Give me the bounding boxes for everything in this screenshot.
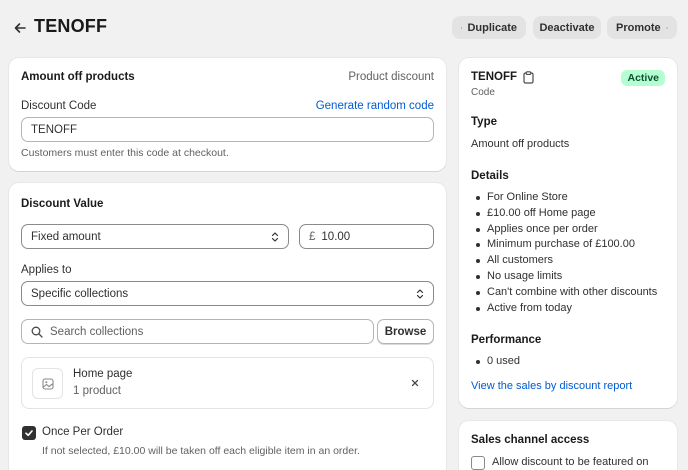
collection-thumbnail [32,368,63,399]
collection-name: Home page [73,368,133,380]
page-title: TENOFF [34,16,108,36]
status-badge: Active [621,70,665,86]
type-heading: Type [471,116,497,128]
value-type-value: Fixed amount [31,230,101,243]
value-type-select[interactable]: Fixed amount [21,224,289,249]
detail-item: Applies once per order [471,222,671,238]
performance-heading: Performance [471,334,542,346]
discount-code-label: Discount Code [21,100,97,112]
summary-card: TENOFF Code Active Type Amount off produ… [459,58,677,408]
promote-label: Promote [616,21,661,34]
discount-value-card: Discount Value Fixed amount £ 10.00 Appl… [9,183,446,470]
deactivate-label: Deactivate [539,21,595,34]
discount-code-help: Customers must enter this code at checko… [21,147,229,159]
detail-item: No usage limits [471,269,671,285]
back-button[interactable] [10,18,30,38]
search-placeholder: Search collections [50,325,144,338]
collection-count: 1 product [73,385,121,397]
performance-item: 0 used [471,354,671,370]
image-placeholder-icon [41,377,54,390]
search-icon [31,326,43,338]
generate-code-link[interactable]: Generate random code [316,100,434,112]
discount-type-label: Product discount [348,71,434,83]
page-header: TENOFF Duplicate Deactivate Promote [0,0,688,56]
browse-button[interactable]: Browse [377,319,434,344]
close-icon [411,379,419,387]
detail-item: All customers [471,253,671,269]
once-per-order-help: If not selected, £10.00 will be taken of… [42,445,360,457]
summary-code-sub: Code [471,87,495,98]
deactivate-button[interactable]: Deactivate [533,16,601,39]
card-title: Amount off products [21,71,135,83]
detail-item: For Online Store [471,190,671,206]
arrow-left-icon [14,23,26,33]
chevron-down-icon [665,26,668,29]
summary-code: TENOFF [471,71,517,83]
sales-report-link[interactable]: View the sales by discount report [471,380,632,392]
remove-collection-button[interactable] [409,377,421,389]
detail-item: Minimum purchase of £100.00 [471,237,671,253]
duplicate-label: Duplicate [467,21,517,34]
sales-channel-card: Sales channel access Allow discount to b… [459,421,677,470]
detail-item: Can't combine with other discounts [471,285,671,301]
sales-channel-title: Sales channel access [471,434,590,446]
duplicate-icon [461,26,463,29]
select-arrows-icon [416,289,424,299]
performance-list: 0 used [471,354,671,370]
type-value: Amount off products [471,138,570,150]
once-per-order-label: Once Per Order [42,426,124,438]
duplicate-button[interactable]: Duplicate [452,16,526,39]
discount-code-value: TENOFF [31,123,77,136]
amount-value: 10.00 [321,230,351,243]
detail-item: £10.00 off Home page [471,206,671,222]
applies-to-select[interactable]: Specific collections [21,281,434,306]
details-heading: Details [471,170,509,182]
featured-label: Allow discount to be featured on [492,456,649,468]
search-collections-input[interactable]: Search collections [21,319,374,344]
amount-input[interactable]: £ 10.00 [299,224,434,249]
detail-item: Active from today [471,301,671,317]
copy-code-button[interactable] [523,71,534,87]
discount-code-input[interactable]: TENOFF [21,117,434,142]
discount-value-title: Discount Value [21,198,104,210]
select-arrows-icon [271,232,279,242]
once-per-order-checkbox[interactable] [22,426,36,440]
browse-label: Browse [384,325,427,338]
currency-symbol: £ [309,230,316,243]
featured-checkbox[interactable] [471,456,485,470]
checkmark-icon [25,430,33,437]
details-list: For Online Store £10.00 off Home page Ap… [471,190,671,316]
discount-code-card: Amount off products Product discount Dis… [9,58,446,171]
applies-to-label: Applies to [21,264,72,276]
clipboard-icon [523,71,534,84]
promote-button[interactable]: Promote [607,16,677,39]
applies-to-value: Specific collections [31,287,129,300]
collection-item: Home page 1 product [21,357,434,409]
